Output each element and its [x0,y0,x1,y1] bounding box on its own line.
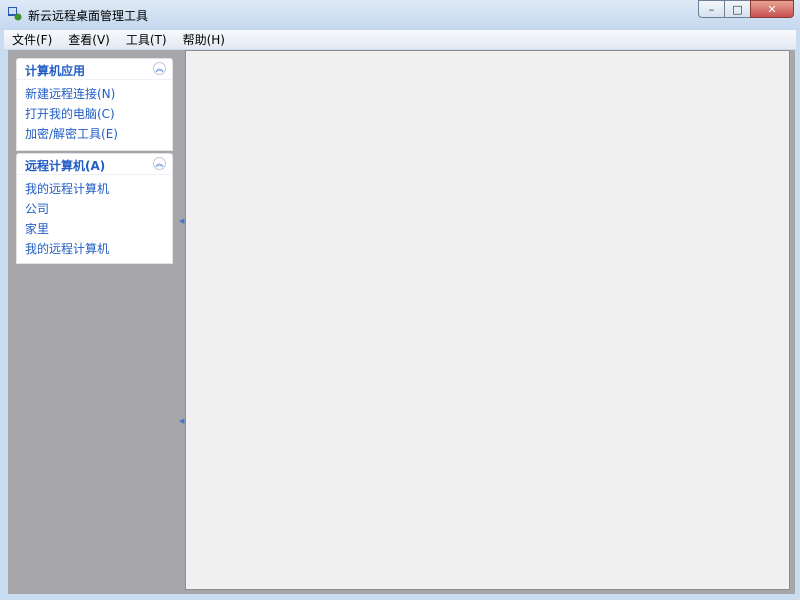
minimize-icon: – [708,2,715,16]
remote-computer-item[interactable]: 公司 [17,199,172,219]
app-icon [8,7,22,21]
group-header[interactable]: 远程计算机(A) ︽ [17,154,172,175]
menu-help[interactable]: 帮助(H) [175,31,233,48]
menu-file[interactable]: 文件(F) [4,31,60,48]
menu-bar: 文件(F) 查看(V) 工具(T) 帮助(H) [4,30,796,49]
task-pane: 计算机应用 ︽ 新建远程连接(N) 打开我的电脑(C) 加密/解密工具(E) 远… [8,50,179,590]
double-chevron-up-icon[interactable]: ︽ [153,62,166,75]
maximize-icon: □ [732,2,743,16]
main-content-area[interactable] [185,50,790,590]
encrypt-decrypt-tool-link[interactable]: 加密/解密工具(E) [17,124,172,144]
title-bar[interactable]: 新云远程桌面管理工具 – □ ✕ [0,0,800,30]
remote-computer-item[interactable]: 我的远程计算机 [17,239,172,259]
close-icon: ✕ [767,2,777,16]
window-border [0,594,800,600]
window-title: 新云远程桌面管理工具 [28,9,149,23]
minimize-button[interactable]: – [698,0,724,18]
menu-view[interactable]: 查看(V) [60,31,118,48]
collapse-left-icon[interactable]: ◀ [179,418,184,425]
close-button[interactable]: ✕ [750,0,794,18]
group-title: 远程计算机(A) [25,159,106,173]
remote-computer-item[interactable]: 我的远程计算机 [17,179,172,199]
remote-computers-group: 远程计算机(A) ︽ 我的远程计算机 公司 家里 我的远程计算机 [16,153,173,264]
menu-tools[interactable]: 工具(T) [118,31,175,48]
maximize-button[interactable]: □ [724,0,750,18]
collapse-left-icon[interactable]: ◀ [179,218,184,225]
group-header[interactable]: 计算机应用 ︽ [17,59,172,80]
computer-apps-group: 计算机应用 ︽ 新建远程连接(N) 打开我的电脑(C) 加密/解密工具(E) [16,58,173,151]
open-my-computer-link[interactable]: 打开我的电脑(C) [17,104,172,124]
window-controls: – □ ✕ [698,0,794,20]
new-remote-connection-link[interactable]: 新建远程连接(N) [17,84,172,104]
remote-computer-item[interactable]: 家里 [17,219,172,239]
group-title: 计算机应用 [25,64,86,78]
client-area: 计算机应用 ︽ 新建远程连接(N) 打开我的电脑(C) 加密/解密工具(E) 远… [8,50,795,594]
double-chevron-up-icon[interactable]: ︽ [153,157,166,170]
